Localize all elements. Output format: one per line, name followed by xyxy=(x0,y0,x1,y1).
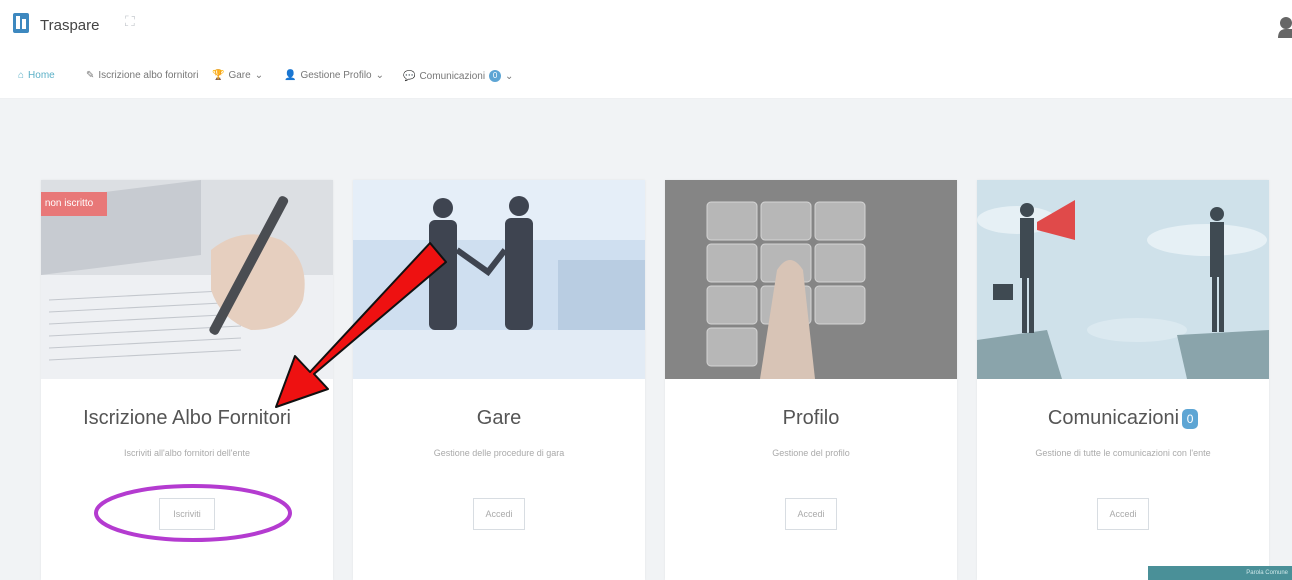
card-image-touchscreen xyxy=(665,180,957,379)
card-title: Gare xyxy=(476,407,522,429)
trophy-icon: 🏆 xyxy=(212,70,225,81)
card-title: Profilo xyxy=(782,407,840,429)
nav-gestione-profilo-label: Gestione Profilo xyxy=(300,70,372,81)
card-image-handshake xyxy=(353,180,645,379)
chevron-down-icon: ⌄ xyxy=(375,70,384,81)
card-gare: Gare Gestione delle procedure di gara Ac… xyxy=(353,180,645,580)
iscriviti-button[interactable]: Iscriviti xyxy=(159,498,215,530)
card-title: Comunicazioni 0 xyxy=(977,407,1269,430)
traspare-logo[interactable] xyxy=(12,12,30,34)
card-description: Gestione delle procedure di gara xyxy=(433,448,565,458)
accedi-profilo-button[interactable]: Accedi xyxy=(785,498,837,530)
comunicazioni-count-badge: 0 xyxy=(1182,408,1199,429)
home-icon: ⌂ xyxy=(18,70,25,81)
main-nav: ⌂ Home ✎ Iscrizione albo fornitori 🏆 Gar… xyxy=(0,52,1292,99)
expand-icon[interactable]: ⛶ xyxy=(125,13,136,30)
nav-item-gestione-profilo[interactable]: 👤 Gestione Profilo ⌄ xyxy=(284,70,384,81)
nav-home-label: Home xyxy=(28,70,55,81)
nav-gare-label: Gare xyxy=(228,70,251,81)
card-comunicazioni: Comunicazioni 0 Gestione di tutte le comu… xyxy=(977,180,1269,580)
nav-item-iscrizione[interactable]: ✎ Iscrizione albo fornitori xyxy=(86,70,198,81)
nav-item-gare[interactable]: 🏆 Gare ⌄ xyxy=(212,70,263,81)
card-image-writing: non iscritto xyxy=(41,180,333,379)
comments-icon: 💬 xyxy=(403,70,416,82)
card-profilo: Profilo Gestione del profilo Accedi xyxy=(665,180,957,580)
app-title[interactable]: Traspare xyxy=(40,17,99,34)
card-description: Iscriviti all'albo fornitori dell'ente xyxy=(124,448,250,458)
nav-iscrizione-label: Iscrizione albo fornitori xyxy=(98,70,199,81)
accedi-gare-button[interactable]: Accedi xyxy=(473,498,525,530)
card-description: Gestione del profilo xyxy=(772,448,850,458)
nav-item-comunicazioni[interactable]: 💬 Comunicazioni 0 ⌄ xyxy=(403,70,513,82)
nav-item-home[interactable]: ⌂ Home xyxy=(18,70,55,81)
card-title-text: Comunicazioni xyxy=(1047,407,1180,429)
user-icon[interactable] xyxy=(1276,16,1292,38)
status-badge: non iscritto xyxy=(41,192,107,216)
chevron-down-icon: ⌄ xyxy=(505,70,514,82)
card-description: Gestione di tutte le comunicazioni con l… xyxy=(1035,448,1211,458)
card-title: Iscrizione Albo Fornitori xyxy=(83,407,291,429)
card-iscrizione: non iscritto Iscrizione Albo Fornitori I… xyxy=(41,180,333,580)
nav-comunicazioni-label: Comunicazioni xyxy=(419,70,486,82)
accedi-comunicazioni-button[interactable]: Accedi xyxy=(1097,498,1149,530)
pencil-icon: ✎ xyxy=(86,70,95,81)
user-small-icon: 👤 xyxy=(284,70,297,81)
footer-bar: Parola Comune xyxy=(1148,566,1292,580)
card-image-megaphone xyxy=(977,180,1269,379)
nav-comunicazioni-badge: 0 xyxy=(489,70,502,82)
chevron-down-icon: ⌄ xyxy=(254,70,264,81)
top-bar: Traspare ⛶ xyxy=(0,0,1292,53)
